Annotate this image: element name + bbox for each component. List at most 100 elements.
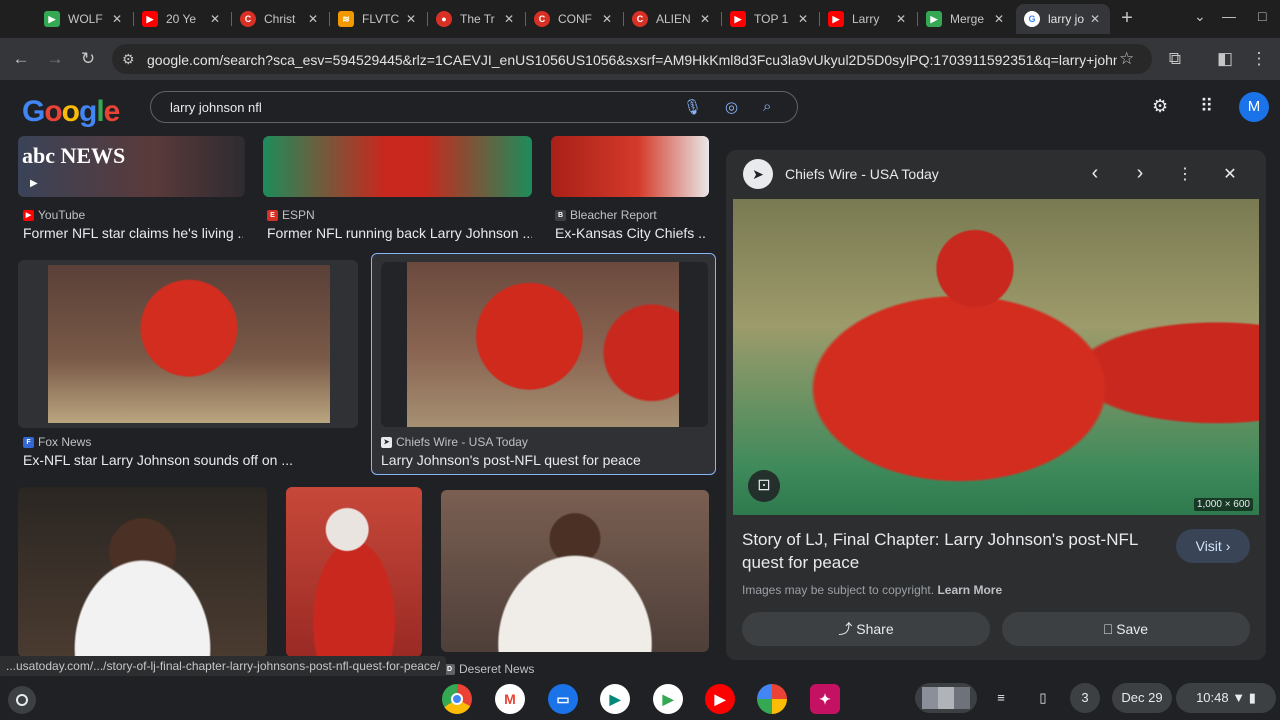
tab-the-tr[interactable]: ● The Tr ✕ xyxy=(428,4,524,34)
tab-flvtc[interactable]: ≋ FLVTC ✕ xyxy=(330,4,426,34)
close-icon[interactable]: ✕ xyxy=(112,12,122,26)
previous-icon[interactable]: ‹ xyxy=(1082,162,1108,185)
result-thumb-deseret[interactable] xyxy=(441,490,709,652)
close-icon[interactable]: ✕ xyxy=(798,12,808,26)
phone-hub-icon[interactable]: ▯ xyxy=(1028,683,1058,713)
tab-alien[interactable]: C ALIEN ✕ xyxy=(624,4,720,34)
close-icon[interactable]: ✕ xyxy=(406,12,416,26)
result-title[interactable]: Ex-NFL star Larry Johnson sounds off on … xyxy=(23,452,353,468)
preview-image[interactable]: ⊡ 1,000 × 600 xyxy=(733,199,1259,515)
close-icon[interactable]: ✕ xyxy=(602,12,612,26)
audio-icon: ≋ xyxy=(338,11,354,27)
site-info-icon[interactable]: ⚙ xyxy=(122,51,135,68)
gmail-icon[interactable]: M xyxy=(495,684,525,714)
tab-conf[interactable]: C CONF ✕ xyxy=(526,4,622,34)
close-icon[interactable]: ✕ xyxy=(308,12,318,26)
battery-icon: ▮ xyxy=(1248,690,1256,705)
notification-count[interactable]: 3 xyxy=(1070,683,1100,713)
logo-letter: l xyxy=(96,95,104,128)
result-source: E ESPN xyxy=(267,208,315,222)
result-thumb-chiefs-wire[interactable] xyxy=(407,262,679,427)
window-previews[interactable] xyxy=(915,683,977,713)
learn-more-link[interactable]: Learn More xyxy=(937,583,1002,597)
result-thumb-fox[interactable] xyxy=(48,265,330,423)
image-dimensions: 1,000 × 600 xyxy=(1193,498,1253,511)
back-icon[interactable]: ← xyxy=(10,48,32,70)
extensions-icon[interactable]: ⧉ xyxy=(1164,48,1186,70)
close-icon[interactable]: ✕ xyxy=(896,12,906,26)
messages-icon[interactable]: ▭ xyxy=(548,684,578,714)
status-area[interactable]: 10:48 ▼ ▮ xyxy=(1176,683,1276,713)
result-source: B Bleacher Report xyxy=(555,208,657,222)
close-icon[interactable]: ✕ xyxy=(504,12,514,26)
save-button[interactable]: ⎕ Save xyxy=(1002,612,1250,646)
new-tab-button[interactable]: + xyxy=(1116,7,1138,30)
logo-letter: e xyxy=(103,95,121,128)
tab-merge[interactable]: ▶ Merge ✕ xyxy=(918,4,1014,34)
tab-top[interactable]: ▶ TOP 1 ✕ xyxy=(722,4,818,34)
result-thumb-bleacher[interactable] xyxy=(551,136,709,197)
side-panel-icon[interactable]: ◧ xyxy=(1214,48,1236,70)
tab-larry-johnson-active[interactable]: G larry jo ✕ xyxy=(1016,4,1110,34)
chrome-icon[interactable] xyxy=(442,684,472,714)
c-icon: C xyxy=(632,11,648,27)
panel-source[interactable]: Chiefs Wire - USA Today xyxy=(785,166,939,182)
share-button[interactable]: ⤴ Share xyxy=(742,612,990,646)
google-icon: G xyxy=(1024,11,1040,27)
avatar[interactable]: M xyxy=(1239,92,1269,122)
close-icon[interactable]: ✕ xyxy=(210,12,220,26)
microphone-icon[interactable]: 🎙 xyxy=(683,98,702,116)
play-icon: ▶ xyxy=(30,178,38,189)
menu-icon[interactable]: ⋮ xyxy=(1248,48,1270,70)
visual-search-icon[interactable]: ⊡ xyxy=(748,470,780,502)
result-title[interactable]: Former NFL star claims he's living ... xyxy=(23,225,243,241)
meet-icon[interactable]: ▶ xyxy=(600,684,630,714)
espn-icon: E xyxy=(267,209,278,221)
photos-icon[interactable] xyxy=(757,684,787,714)
search-box[interactable]: larry johnson nfl 🎙 ◎ ⌕ xyxy=(150,91,798,123)
google-logo[interactable]: Google xyxy=(22,95,121,129)
youtube-icon[interactable]: ▶ xyxy=(705,684,735,714)
panel-title[interactable]: Story of LJ, Final Chapter: Larry Johnso… xyxy=(742,528,1152,574)
forward-icon[interactable]: → xyxy=(44,48,66,70)
close-icon[interactable]: ✕ xyxy=(994,12,1004,26)
tab-larry-youtube[interactable]: ▶ Larry ✕ xyxy=(820,4,916,34)
tab-search-icon[interactable]: ⌄ xyxy=(1194,8,1206,25)
address-bar[interactable]: ⚙ google.com/search?sca_esv=594529445&rl… xyxy=(112,44,1152,74)
playlist-icon[interactable]: ≡ xyxy=(986,683,1016,713)
visit-button[interactable]: Visit › xyxy=(1176,529,1250,563)
settings-gear-icon[interactable]: ⚙ xyxy=(1152,96,1168,117)
result-thumb-row3-1[interactable] xyxy=(18,487,267,657)
close-icon[interactable]: ✕ xyxy=(700,12,710,26)
tab-christ[interactable]: C Christ ✕ xyxy=(232,4,328,34)
minimize-icon[interactable]: — xyxy=(1222,8,1236,24)
result-title[interactable]: Former NFL running back Larry Johnson ..… xyxy=(267,225,532,241)
result-thumb-row3-2[interactable] xyxy=(286,487,422,657)
search-icon[interactable]: ⌕ xyxy=(763,98,771,115)
tab-strip: ▶ WOLF ✕ ▶ 20 Ye ✕ C Christ ✕ ≋ FLVTC ✕ … xyxy=(0,0,1280,38)
next-icon[interactable]: › xyxy=(1127,162,1153,185)
result-title[interactable]: Ex-Kansas City Chiefs ... xyxy=(555,225,705,241)
reload-icon[interactable]: ↻ xyxy=(77,48,99,70)
tab-wolf[interactable]: ▶ WOLF ✕ xyxy=(36,4,132,34)
result-title[interactable]: Larry Johnson's post-NFL quest for peace xyxy=(381,452,711,468)
youtube-icon: ▶ xyxy=(23,209,34,221)
tab-youtube-1[interactable]: ▶ 20 Ye ✕ xyxy=(134,4,230,34)
gallery-icon[interactable]: ✦ xyxy=(810,684,840,714)
logo-letter: o xyxy=(44,95,62,128)
apps-grid-icon[interactable]: ⠿ xyxy=(1200,96,1213,117)
result-source: F Fox News xyxy=(23,435,91,449)
bookmark-star-icon[interactable]: ☆ xyxy=(1119,49,1134,69)
lens-icon[interactable]: ◎ xyxy=(725,98,738,116)
close-icon[interactable]: ✕ xyxy=(1090,12,1100,26)
result-thumb-espn[interactable] xyxy=(263,136,532,197)
search-input[interactable]: larry johnson nfl xyxy=(170,100,262,115)
play-store-icon[interactable]: ▶ xyxy=(653,684,683,714)
maximize-icon[interactable]: □ xyxy=(1258,8,1266,24)
date-display[interactable]: Dec 29 xyxy=(1112,683,1172,713)
play-icon: ▶ xyxy=(926,11,942,27)
close-icon[interactable]: ✕ xyxy=(1217,164,1243,184)
launcher-icon[interactable] xyxy=(8,686,36,714)
more-options-icon[interactable]: ⋮ xyxy=(1172,164,1198,184)
c-icon: C xyxy=(534,11,550,27)
